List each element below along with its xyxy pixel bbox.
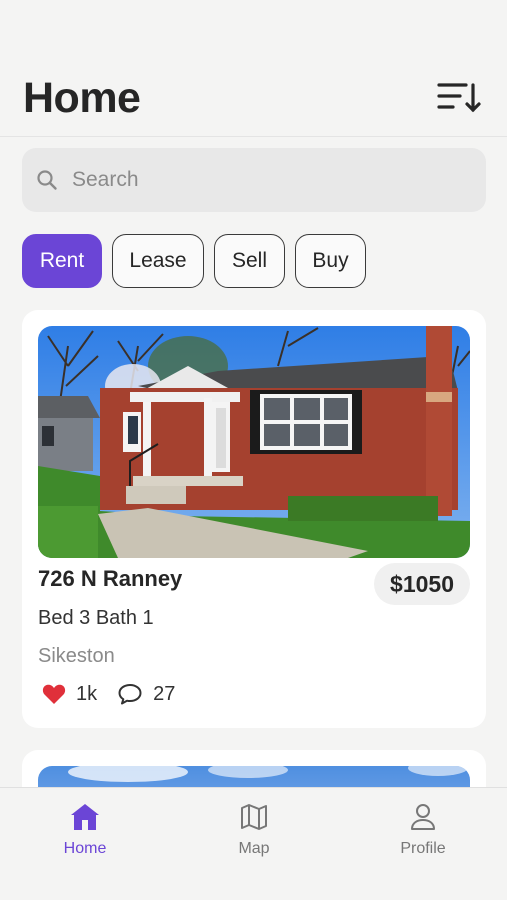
search-bar[interactable]	[22, 148, 486, 212]
filter-lease[interactable]: Lease	[112, 234, 204, 288]
comment-button[interactable]: 27	[117, 682, 175, 706]
tab-bar: Home Map Profile	[0, 787, 507, 900]
sort-icon	[437, 83, 481, 113]
listing-card[interactable]: 726 N Ranney $1050 Bed 3 Bath 1 Sikeston…	[22, 310, 486, 728]
heart-icon	[42, 684, 66, 704]
tab-label: Profile	[400, 840, 446, 857]
listing-photo	[38, 326, 470, 558]
home-icon	[71, 804, 99, 830]
filter-rent[interactable]: Rent	[22, 234, 102, 288]
tab-profile[interactable]: Profile	[373, 802, 473, 866]
like-count: 1k	[76, 682, 98, 705]
listing-title: 726 N Ranney	[38, 566, 183, 591]
filter-chips: Rent Lease Sell Buy	[22, 234, 366, 288]
tab-home[interactable]: Home	[35, 802, 135, 866]
tab-map[interactable]: Map	[204, 802, 304, 866]
sort-button[interactable]	[436, 80, 484, 116]
price-badge: $1050	[374, 563, 470, 605]
filter-buy[interactable]: Buy	[295, 234, 366, 288]
search-input[interactable]	[72, 168, 452, 192]
profile-icon	[411, 804, 435, 830]
page-title: Home	[23, 74, 141, 122]
listing-city: Sikeston	[38, 645, 115, 667]
search-icon	[36, 169, 58, 191]
tab-label: Map	[238, 840, 270, 857]
listing-stats: 1k 27	[42, 682, 195, 706]
comment-count: 27	[153, 682, 176, 705]
comment-icon	[118, 684, 142, 705]
beds-baths: Bed 3 Bath 1	[38, 607, 154, 629]
map-icon	[241, 804, 267, 830]
filter-sell[interactable]: Sell	[214, 234, 285, 288]
tab-label: Home	[63, 840, 107, 857]
like-button[interactable]: 1k	[42, 683, 97, 706]
app-header: Home	[0, 0, 507, 137]
